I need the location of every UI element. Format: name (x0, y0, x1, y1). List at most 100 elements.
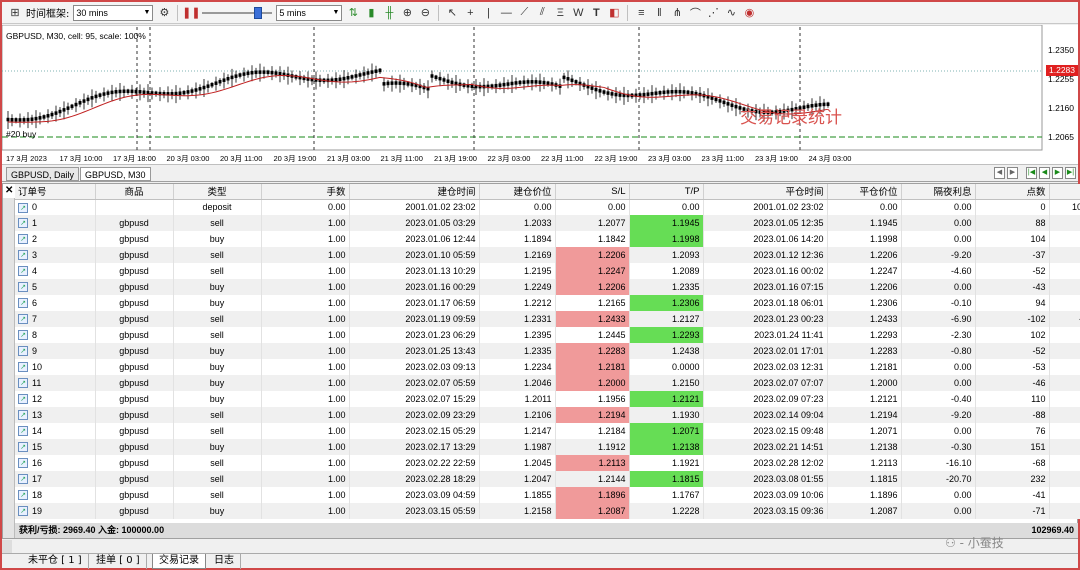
col-header-lots[interactable]: 手数 (261, 184, 350, 200)
col-header-points[interactable]: 点数 (975, 184, 1050, 200)
fan-icon[interactable]: ⋔ (670, 6, 684, 20)
col-header-close-time[interactable]: 平仓时间 (703, 184, 828, 200)
table-row[interactable]: ↗ 19 gbpusd buy 1.00 2023.03.15 05:59 1.2158 1.… (15, 503, 1080, 519)
tab-open-positions[interactable]: 未平仓 [ 1 ] (22, 554, 89, 569)
sl-cell-text: 1.2206 (597, 250, 626, 260)
label-icon[interactable]: ◧ (607, 6, 621, 20)
hline-icon[interactable]: — (499, 6, 513, 20)
new-chart-icon[interactable]: ⊞ (8, 6, 22, 20)
settings-icon[interactable]: ⚙ (157, 6, 171, 20)
table-row[interactable]: ↗ 7 gbpusd sell 1.00 2023.01.19 09:59 1.2331 1.… (15, 311, 1080, 327)
close-icon[interactable]: ✕ (5, 185, 13, 196)
col-header-tp[interactable]: T/P (629, 184, 704, 200)
crosshair-icon[interactable]: + (463, 6, 477, 20)
zoom-in-icon[interactable]: ⊕ (400, 6, 414, 20)
step-select[interactable]: 5 mins ▼ (276, 4, 343, 21)
pattern-w-icon[interactable]: W (571, 6, 585, 20)
table-row[interactable]: ↗ 10 gbpusd buy 1.00 2023.02.03 09:13 1.2234 1.… (15, 359, 1080, 375)
col-header-open-time[interactable]: 建仓时间 (349, 184, 480, 200)
tab-pending-orders[interactable]: 挂单 [ 0 ] (90, 554, 147, 569)
candle-body (642, 92, 646, 97)
table-row[interactable]: ↗ 13 gbpusd sell 1.00 2023.02.09 23:29 1.2106 1… (15, 407, 1080, 423)
table-row[interactable]: ↗ 2 gbpusd buy 1.00 2023.01.06 12:44 1.1894 1.1… (15, 231, 1080, 247)
first-icon[interactable]: |◀ (1026, 167, 1037, 179)
vline-icon[interactable]: | (481, 6, 495, 20)
candle-body (26, 117, 30, 122)
type-cell: sell (173, 311, 262, 327)
arrow-up-down-icon[interactable]: ⇅ (346, 6, 360, 20)
bars-chart-icon[interactable]: ╫ (382, 6, 396, 20)
time-label: 21 3月 19:00 (434, 154, 477, 163)
symbol-cell-text: gbpusd (119, 490, 149, 500)
table-row[interactable]: ↗ 15 gbpusd buy 1.00 2023.02.17 13:29 1.1987 1.… (15, 439, 1080, 455)
text-icon[interactable]: T (589, 6, 603, 20)
col-header-swap[interactable]: 隔夜利息 (901, 184, 976, 200)
table-row[interactable]: ↗ 16 gbpusd sell 1.00 2023.02.22 22:59 1.2045 1… (15, 455, 1080, 471)
close-price-cell: 1.1815 (827, 471, 902, 487)
table-row[interactable]: ↗ 5 gbpusd buy 1.00 2023.01.16 00:29 1.2249 1.2… (15, 279, 1080, 295)
candle-body (226, 76, 230, 81)
arc-icon[interactable]: ⌒ (688, 6, 702, 20)
table-row[interactable]: ↗ 14 gbpusd sell 1.00 2023.02.15 05:29 1.2147 1… (15, 423, 1080, 439)
candle-body (146, 90, 150, 95)
table-row[interactable]: ↗ 17 gbpusd sell 1.00 2023.02.28 18:29 1.2047 1… (15, 471, 1080, 487)
grid-icon[interactable]: ‖ (652, 6, 666, 20)
speed-lines-icon[interactable]: ⋰ (706, 6, 720, 20)
open-time-cell-text: 2023.02.03 09:13 (405, 362, 476, 372)
col-header-profit[interactable]: 获利 (1049, 184, 1080, 200)
tab-gbpusd-daily[interactable]: GBPUSD, Daily (6, 167, 80, 181)
prev-icon[interactable]: ◀ (1039, 167, 1050, 179)
speed-slider[interactable] (202, 6, 273, 19)
col-header-close-price[interactable]: 平仓价位 (827, 184, 902, 200)
table-row[interactable]: ↗ 18 gbpusd sell 1.00 2023.03.09 04:59 1.1855 1… (15, 487, 1080, 503)
candles-icon[interactable]: ▮ (364, 6, 378, 20)
close-time-cell: 2023.01.24 11:41 (703, 327, 828, 343)
open-time-cell-text: 2023.02.07 05:59 (405, 378, 476, 388)
scroll-left-icon[interactable]: ◀ (994, 167, 1005, 179)
profile-icon[interactable]: ◉ (742, 6, 756, 20)
type-cell: sell (173, 487, 262, 503)
channel-icon[interactable]: ⫽ (535, 6, 549, 20)
tab-gbpusd-m30[interactable]: GBPUSD, M30 (80, 167, 151, 181)
scroll-right-icon[interactable]: ▶ (1007, 167, 1018, 179)
fibo-icon[interactable]: Ξ (553, 6, 567, 20)
col-header-symbol[interactable]: 商品 (95, 184, 174, 200)
table-row[interactable]: ↗ 9 gbpusd buy 1.00 2023.01.25 13:43 1.2335 1.2… (15, 343, 1080, 359)
trendline-icon[interactable]: ⟋ (517, 6, 531, 20)
last-icon[interactable]: ▶| (1065, 167, 1076, 179)
sl-cell: 1.1956 (555, 391, 630, 407)
table-row[interactable]: ↗ 3 gbpusd sell 1.00 2023.01.10 05:59 1.2169 1.… (15, 247, 1080, 263)
tab-journal[interactable]: 日志 (208, 554, 241, 569)
table-row[interactable]: ↗ 8 gbpusd sell 1.00 2023.01.23 06:29 1.2395 1.… (15, 327, 1080, 343)
zoom-out-icon[interactable]: ⊖ (418, 6, 432, 20)
candle-body (618, 93, 622, 97)
open-time-cell-text: 2023.02.09 23:29 (405, 410, 476, 420)
table-row[interactable]: ↗ 6 gbpusd buy 1.00 2023.01.17 06:59 1.2212 1.2… (15, 295, 1080, 311)
type-cell-text: sell (210, 410, 224, 420)
lots-cell-text: 1.00 (327, 378, 346, 388)
cursor-icon[interactable]: ↖ (445, 6, 459, 20)
cycle-icon[interactable]: ∿ (724, 6, 738, 20)
candle-body (194, 88, 198, 92)
close-price-cell: 1.2000 (827, 375, 902, 391)
candle-body (378, 68, 382, 73)
open-time-cell-text: 2023.01.05 03:29 (405, 218, 476, 228)
close-time-cell: 2023.01.18 06:01 (703, 295, 828, 311)
lines-icon[interactable]: ≡ (634, 6, 648, 20)
table-row[interactable]: ↗ 12 gbpusd buy 1.00 2023.02.07 15:29 1.2011 1.… (15, 391, 1080, 407)
next-icon[interactable]: ▶ (1052, 167, 1063, 179)
table-row[interactable]: ↗ 11 gbpusd buy 1.00 2023.02.07 05:59 1.2046 1.… (15, 375, 1080, 391)
table-row[interactable]: ↗ 0 deposit 0.00 2001.01.02 23:02 0.00 0.00 0.0… (15, 199, 1080, 215)
price-chart[interactable]: GBPUSD, M30, cell: 95, scale: 100% #20 b… (1, 24, 1078, 165)
col-header-order[interactable]: 订单号 (15, 184, 96, 200)
tab-trade-history[interactable]: 交易记录 (152, 554, 206, 569)
col-header-type[interactable]: 类型 (173, 184, 262, 200)
table-row[interactable]: ↗ 4 gbpusd sell 1.00 2023.01.13 10:29 1.2195 1.… (15, 263, 1080, 279)
table-row[interactable]: ↗ 1 gbpusd sell 1.00 2023.01.05 03:29 1.2033 1.… (15, 215, 1080, 231)
profit-cell: -696.10 (1049, 455, 1080, 471)
pause-icon[interactable]: ❚❚ (182, 6, 200, 20)
timeframe-select[interactable]: 30 mins ▼ (73, 4, 154, 21)
close-price-cell-text: 1.2247 (869, 266, 898, 276)
col-header-open-price[interactable]: 建仓价位 (479, 184, 556, 200)
col-header-sl[interactable]: S/L (555, 184, 630, 200)
